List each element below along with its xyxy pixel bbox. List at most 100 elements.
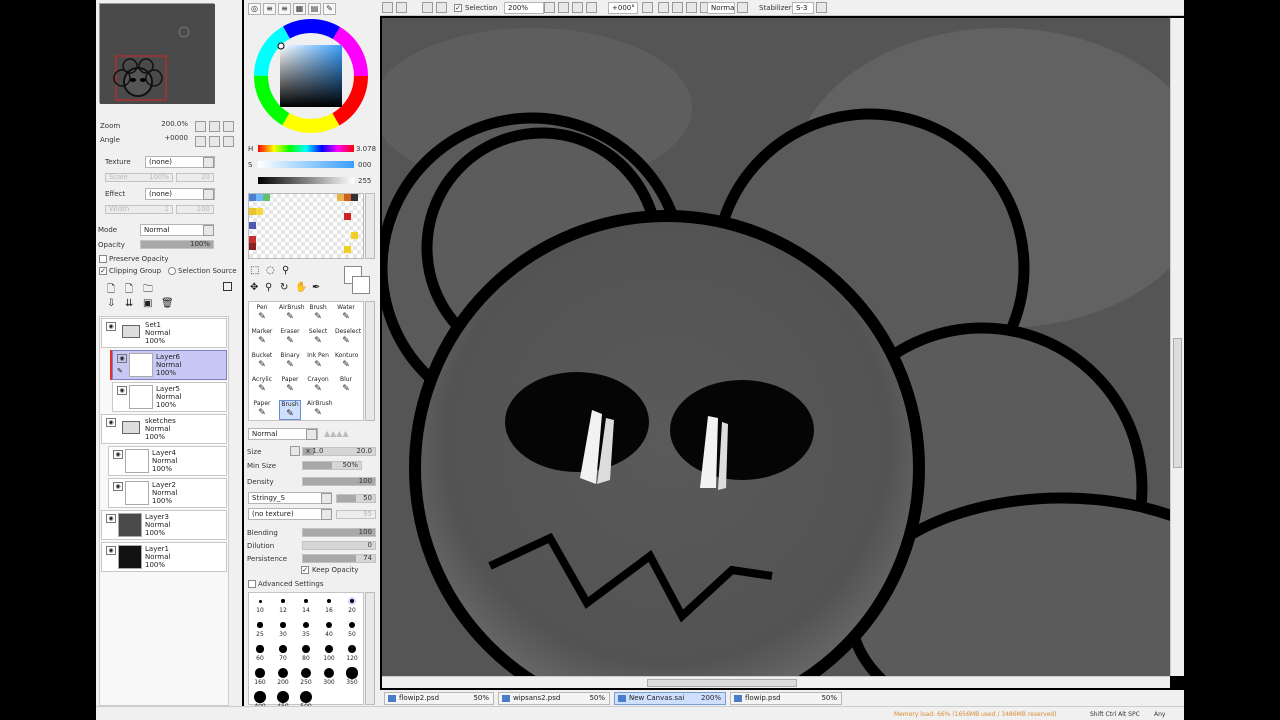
transfer-down-icon[interactable]: ⇩ xyxy=(107,298,115,309)
visibility-eye-icon[interactable]: ◉ xyxy=(117,354,127,363)
tool-airbrush[interactable]: AirBrush ✎ xyxy=(307,400,333,418)
saturation-slider[interactable] xyxy=(258,161,354,168)
delete-layer-icon[interactable]: 🗑 xyxy=(161,298,174,309)
tool-paper[interactable]: Paper ✎ xyxy=(279,376,301,394)
color-wheel-tab-icon[interactable]: ◎ xyxy=(248,3,261,15)
swatch[interactable] xyxy=(256,208,263,215)
brush-size-preset[interactable] xyxy=(257,622,263,628)
tool-konturo[interactable]: Konturo ✎ xyxy=(335,352,358,370)
visibility-eye-icon[interactable]: ◉ xyxy=(106,418,116,427)
zoom-out-toolbar-button[interactable] xyxy=(558,2,569,13)
swatch[interactable] xyxy=(249,194,256,201)
visibility-eye-icon[interactable]: ◉ xyxy=(113,482,123,491)
color-swatches[interactable] xyxy=(248,193,364,259)
hsv-slider-tab-icon[interactable]: ≡ xyxy=(278,3,291,15)
brush-tip-shapes[interactable]: ▲▲▲▲ xyxy=(324,430,374,439)
document-tab[interactable]: wipsans2.psd 50% xyxy=(498,692,610,705)
swatch[interactable] xyxy=(249,222,256,229)
brush-size-preset[interactable] xyxy=(255,668,265,678)
tool-binary[interactable]: Binary ✎ xyxy=(279,352,301,370)
visibility-eye-icon[interactable]: ◉ xyxy=(106,514,116,523)
brush-shape-select[interactable]: Stringy_S xyxy=(248,492,332,504)
brush-shape-dropdown-button[interactable] xyxy=(321,493,332,504)
persistence-slider[interactable]: 74 xyxy=(302,554,376,563)
brush-size-preset[interactable] xyxy=(323,667,335,679)
rotation-dropdown-button[interactable] xyxy=(642,2,653,13)
rotate-right-toolbar-button[interactable] xyxy=(672,2,683,13)
brush-size-preset[interactable] xyxy=(348,621,356,629)
preserve-opacity-checkbox[interactable] xyxy=(99,255,107,263)
tool-pen[interactable]: Pen ✎ xyxy=(251,304,273,322)
canvas-area[interactable] xyxy=(382,18,1170,676)
swatch[interactable] xyxy=(249,243,256,250)
tool-acrylic[interactable]: Acrylic ✎ xyxy=(251,376,273,394)
brush-size-preset[interactable] xyxy=(277,691,289,703)
brush-size-preset[interactable] xyxy=(302,645,310,653)
keep-opacity-checkbox[interactable]: ✓ xyxy=(301,566,309,574)
min-size-slider[interactable]: 50% xyxy=(302,461,362,470)
opacity-slider[interactable]: 100% xyxy=(140,240,214,249)
rotation-select[interactable]: +000° xyxy=(608,2,638,14)
selection-source-radio[interactable] xyxy=(168,267,176,275)
layer-row-sketches[interactable]: ◉ sketches Normal 100% xyxy=(101,414,227,444)
brush-size-preset[interactable] xyxy=(256,645,264,653)
angle-slider[interactable]: +0000 xyxy=(99,135,191,144)
visibility-eye-icon[interactable]: ◉ xyxy=(106,322,116,331)
eyedropper-icon[interactable]: ✒ xyxy=(312,282,320,293)
clipping-group-checkbox[interactable]: ✓ xyxy=(99,267,107,275)
zoom-tool-icon[interactable]: ⚲ xyxy=(265,282,272,293)
texture-dropdown-button[interactable] xyxy=(203,157,214,168)
brush-size-preset[interactable] xyxy=(324,644,334,654)
layer-row-layer5[interactable]: ◉ Layer5 Normal 100% xyxy=(112,382,227,412)
tool-water[interactable]: Water ✎ xyxy=(335,304,357,322)
layer-panel-menu-icon[interactable] xyxy=(223,282,232,291)
horizontal-scrollbar[interactable] xyxy=(382,676,1170,688)
lasso-icon[interactable]: ◌ xyxy=(266,265,275,276)
color-wheel[interactable] xyxy=(253,18,369,134)
swatch[interactable] xyxy=(249,236,256,243)
zoom-select[interactable]: 200% xyxy=(504,2,544,14)
layer-row-layer4[interactable]: ◉ Layer4 Normal 100% xyxy=(108,446,227,476)
brush-blend-dropdown-button[interactable] xyxy=(306,429,317,440)
brush-size-preset[interactable] xyxy=(281,599,285,603)
merge-down-icon[interactable]: ⇊ xyxy=(125,298,133,309)
tool-bucket[interactable]: Bucket ✎ xyxy=(251,352,273,370)
selection-checkbox[interactable]: ✓ xyxy=(454,4,462,12)
layer-row-set1[interactable]: ◉ Set1 Normal 100% xyxy=(101,318,227,348)
swatch[interactable] xyxy=(263,194,270,201)
density-slider[interactable]: 100 xyxy=(302,477,376,486)
visibility-eye-icon[interactable]: ◉ xyxy=(113,450,123,459)
rotate-reset-toolbar-button[interactable] xyxy=(686,2,697,13)
navigator-preview[interactable] xyxy=(99,3,215,104)
brush-size-preset[interactable] xyxy=(280,622,286,628)
blending-slider[interactable]: 100 xyxy=(302,528,376,537)
swatch[interactable] xyxy=(351,232,358,239)
swatch[interactable] xyxy=(351,194,358,201)
layer-row-layer2[interactable]: ◉ Layer2 Normal 100% xyxy=(108,478,227,508)
blend-mode-dropdown-button[interactable] xyxy=(203,225,214,236)
mode-dropdown-button[interactable] xyxy=(737,2,748,13)
brush-size-preset[interactable] xyxy=(254,691,266,703)
layer-row-layer3[interactable]: ◉ Layer3 Normal 100% xyxy=(101,510,227,540)
document-tab[interactable]: flowip2.psd 50% xyxy=(384,692,494,705)
size-multiplier-button[interactable] xyxy=(290,446,300,456)
advanced-settings-checkbox[interactable] xyxy=(248,580,256,588)
swatch-scrollbar[interactable] xyxy=(365,193,375,259)
tool-airbrush[interactable]: AirBrush ✎ xyxy=(279,304,305,322)
tool-marker[interactable]: Marker ✎ xyxy=(251,328,273,346)
color-mixer-tab-icon[interactable]: ▦ xyxy=(293,3,306,15)
tool-brush[interactable]: Brush ✎ xyxy=(279,400,301,420)
layer-row-layer1[interactable]: ◉ Layer1 Normal 100% xyxy=(101,542,227,572)
zoom-reset-button[interactable] xyxy=(223,121,234,132)
size-slider[interactable]: x 1.0 20.0 xyxy=(302,447,376,456)
scratchpad-tab-icon[interactable]: ✎ xyxy=(323,3,336,15)
horizontal-scroll-thumb[interactable] xyxy=(647,679,797,687)
brush-size-preset[interactable] xyxy=(346,667,358,679)
value-slider[interactable] xyxy=(258,177,354,184)
tool-blur[interactable]: Blur ✎ xyxy=(335,376,357,394)
brush-size-preset[interactable] xyxy=(325,621,333,629)
visibility-eye-icon[interactable]: ◉ xyxy=(117,386,127,395)
brush-texture-select[interactable]: (no texture) xyxy=(248,508,332,520)
brush-size-preset[interactable] xyxy=(300,667,312,679)
stabilizer-select[interactable]: S-3 xyxy=(792,2,814,14)
